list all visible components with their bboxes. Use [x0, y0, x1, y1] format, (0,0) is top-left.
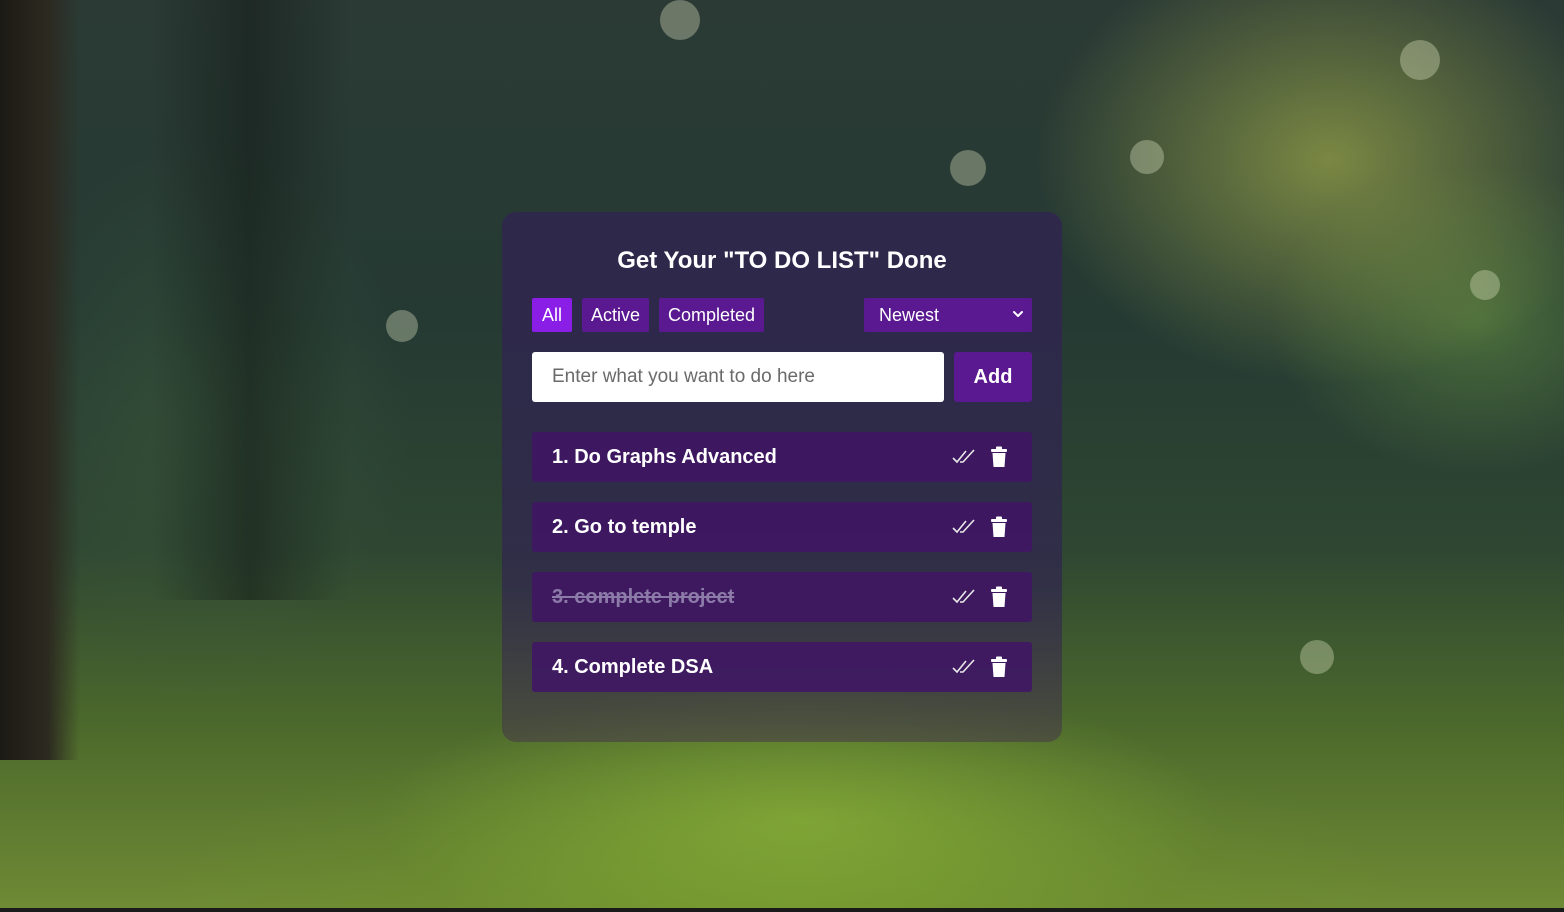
list-item: 1. Do Graphs Advanced: [532, 432, 1032, 482]
trash-icon[interactable]: [990, 656, 1008, 678]
double-check-icon[interactable]: [952, 447, 976, 467]
todo-card: Get Your "TO DO LIST" Done All Active Co…: [502, 212, 1062, 742]
double-check-icon[interactable]: [952, 657, 976, 677]
background-bokeh: [1130, 140, 1164, 174]
sort-select[interactable]: Newest: [864, 298, 1032, 332]
task-text: 1. Do Graphs Advanced: [552, 446, 777, 468]
trash-icon[interactable]: [990, 516, 1008, 538]
background-shadow: [150, 0, 350, 600]
page-title: Get Your "TO DO LIST" Done: [617, 247, 947, 274]
trash-icon[interactable]: [990, 446, 1008, 468]
controls-bar: All Active Completed Newest: [532, 298, 1032, 332]
task-text: 2. Go to temple: [552, 516, 697, 538]
list-item: 2. Go to temple: [532, 502, 1032, 552]
double-check-icon[interactable]: [952, 517, 976, 537]
background-bokeh: [1470, 270, 1500, 300]
add-button[interactable]: Add: [954, 352, 1032, 402]
background-bokeh: [950, 150, 986, 186]
add-task-row: Add: [532, 352, 1032, 402]
task-input[interactable]: [532, 352, 944, 402]
trash-icon[interactable]: [990, 586, 1008, 608]
filter-completed-button[interactable]: Completed: [659, 298, 764, 332]
background-bokeh: [660, 0, 700, 40]
chevron-down-icon: [1010, 298, 1026, 332]
background-bokeh: [386, 310, 418, 342]
double-check-icon[interactable]: [952, 587, 976, 607]
sort-selected-value: Newest: [879, 305, 940, 325]
list-item: 4. Complete DSA: [532, 642, 1032, 692]
task-text: 3. complete project: [552, 586, 735, 608]
background-bokeh: [1400, 40, 1440, 80]
background-tree-trunk: [0, 0, 80, 760]
background-bokeh: [1300, 640, 1334, 674]
filter-all-button[interactable]: All: [532, 298, 572, 332]
task-list: 1. Do Graphs Advanced 2. Go to temple 3.…: [532, 432, 1032, 712]
bottom-border: [0, 908, 1564, 912]
filter-active-button[interactable]: Active: [582, 298, 649, 332]
list-item: 3. complete project: [532, 572, 1032, 622]
task-text: 4. Complete DSA: [552, 656, 714, 678]
